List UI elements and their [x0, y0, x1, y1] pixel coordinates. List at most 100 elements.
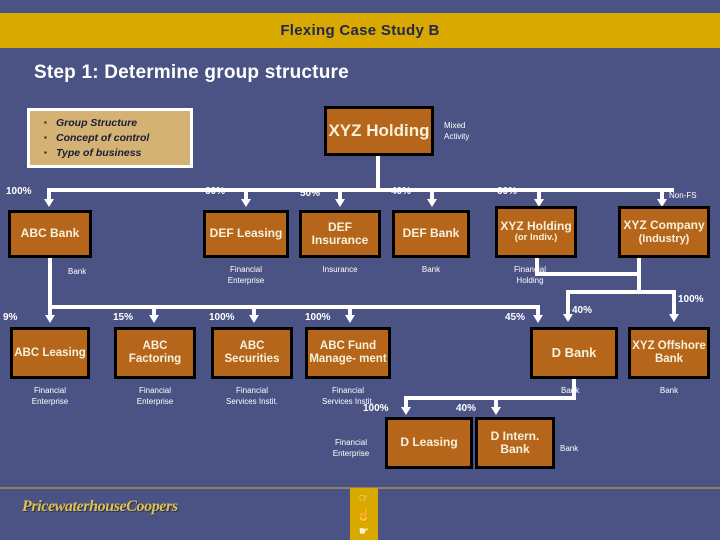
pct-abc-factoring: 15%: [113, 312, 134, 323]
node-xyz-company[interactable]: XYZ Company (Industry): [618, 206, 710, 258]
node-d-leasing-label: D Leasing: [400, 435, 458, 450]
pct-d-bank-45: 45%: [505, 312, 526, 323]
type-d-intern-bank: Bank: [560, 444, 579, 453]
node-xyz-offshore-bank[interactable]: XYZ Offshore Bank: [628, 327, 710, 379]
node-abc-leasing[interactable]: ABC Leasing: [10, 327, 90, 379]
type-def-leasing: Financial Enterprise: [203, 264, 289, 286]
type-abc-fund-line1: Financial: [331, 386, 364, 395]
mixed-activity-line1: Mixed: [444, 121, 466, 130]
node-xyz-holding2[interactable]: XYZ Holding (or Indiv.): [495, 206, 577, 258]
pct-abc-leasing: 9%: [3, 312, 18, 323]
page-title: Flexing Case Study B: [280, 22, 440, 39]
arrow-def-insurance: [335, 199, 345, 207]
node-def-insurance-label: DEF Insurance: [311, 219, 369, 247]
type-abc-factoring-line2: Enterprise: [136, 397, 174, 406]
arrow-d-leasing: [401, 407, 411, 415]
arrow-abc-bank: [44, 199, 54, 207]
node-xyz-company-sub: (Industry): [638, 232, 690, 245]
type-d-leasing-line1: Financial: [334, 438, 367, 447]
arrow-abc-factoring: [149, 315, 159, 323]
pct-offshore: 100%: [678, 294, 704, 305]
pct-def-insurance: 50%: [300, 188, 321, 199]
node-def-bank[interactable]: DEF Bank: [392, 210, 470, 258]
pct-def-leasing: 60%: [205, 186, 226, 197]
node-def-insurance[interactable]: DEF Insurance: [299, 210, 381, 258]
pct-abc-securities: 100%: [209, 312, 235, 323]
node-d-intern-bank-label: D Intern. Bank: [490, 428, 540, 456]
node-abc-securities-label: ABC Securities: [224, 340, 280, 365]
callout-bullet-2: Concept of control: [44, 130, 190, 146]
node-xyz-holding[interactable]: XYZ Holding: [324, 106, 434, 156]
type-abc-securities-line1: Financial: [235, 386, 268, 395]
type-abc-bank: Bank: [68, 267, 87, 276]
node-abc-bank[interactable]: ABC Bank: [8, 210, 92, 258]
arrow-abc-fund: [345, 315, 355, 323]
type-d-bank: Bank: [561, 386, 580, 395]
type-xyz-holding2-line1: Financial: [513, 265, 546, 274]
step-heading: Step 1: Determine group structure: [34, 62, 349, 83]
pointing-hand-left-icon[interactable]: ☛: [350, 523, 378, 540]
type-def-leasing-line1: Financial: [229, 265, 262, 274]
pwc-logo: PricewaterhouseCoopers: [22, 498, 178, 515]
type-abc-securities-line2: Services Instit.: [225, 397, 278, 406]
arrow-d-intern: [491, 407, 501, 415]
callout-bullet-3: Type of business: [44, 145, 190, 161]
connector-level1-bus: [47, 188, 674, 192]
type-xyz-offshore-bank: Bank: [659, 386, 679, 395]
type-def-bank: Bank: [421, 265, 441, 274]
node-def-leasing-label: DEF Leasing: [209, 226, 283, 241]
node-abc-fund-management-label: ABC Fund Manage- ment: [309, 340, 387, 365]
node-xyz-offshore-bank-label: XYZ Offshore Bank: [632, 340, 706, 365]
pct-abc-fund: 100%: [305, 312, 331, 323]
arrow-offshore: [669, 314, 679, 322]
arrow-def-bank: [427, 199, 437, 207]
node-d-leasing[interactable]: D Leasing: [385, 417, 473, 469]
connector-drop-d-bank-40: [566, 290, 570, 316]
type-abc-leasing-line1: Financial: [33, 386, 66, 395]
type-def-leasing-line2: Enterprise: [227, 276, 265, 285]
node-def-leasing[interactable]: DEF Leasing: [203, 210, 289, 258]
type-d-leasing-line2: Enterprise: [332, 449, 370, 458]
type-abc-securities: Financial Services Instit.: [207, 385, 297, 407]
type-def-insurance: Insurance: [322, 265, 358, 274]
node-abc-securities[interactable]: ABC Securities: [211, 327, 293, 379]
pct-def-bank: 40%: [391, 186, 412, 197]
node-xyz-holding2-sub: (or Indiv.): [514, 232, 558, 244]
node-abc-fund-management[interactable]: ABC Fund Manage- ment: [305, 327, 391, 379]
type-abc-leasing: Financial Enterprise: [10, 385, 90, 407]
connector-holding-stem: [376, 156, 380, 191]
title-band: Flexing Case Study B: [0, 13, 720, 48]
pct-d-intern: 40%: [456, 403, 477, 414]
type-abc-leasing-line2: Enterprise: [31, 397, 69, 406]
node-xyz-company-label: XYZ Company: [623, 218, 705, 233]
connector-abc-bank-stem: [48, 258, 52, 308]
pct-abc-bank: 100%: [6, 186, 32, 197]
connector-xyzcompany-bus: [566, 290, 676, 294]
slide-canvas: Flexing Case Study B Step 1: Determine g…: [0, 0, 720, 540]
arrow-d-bank-45: [533, 315, 543, 323]
type-xyz-holding2-line2: Holding: [516, 276, 544, 285]
type-xyz-holding2: Financial Holding: [489, 264, 571, 286]
arrow-abc-securities: [249, 315, 259, 323]
node-d-intern-bank[interactable]: D Intern. Bank: [475, 417, 555, 469]
connector-level3-bus: [404, 396, 576, 400]
arrow-def-leasing: [241, 199, 251, 207]
type-d-leasing: Financial Enterprise: [318, 437, 384, 459]
pct-d-leasing: 100%: [363, 403, 389, 414]
node-def-bank-label: DEF Bank: [402, 226, 460, 241]
nav-strip: ☞ ☝ ☛: [350, 488, 378, 540]
node-abc-bank-label: ABC Bank: [20, 226, 80, 241]
type-abc-factoring-line1: Financial: [138, 386, 171, 395]
pct-xyz-company: Non-FS: [669, 191, 697, 200]
node-d-bank[interactable]: D Bank: [530, 327, 618, 379]
pct-xyz-holding2: 60%: [497, 186, 518, 197]
node-xyz-holding-label: XYZ Holding: [328, 121, 430, 141]
node-abc-leasing-label: ABC Leasing: [14, 346, 86, 359]
connector-level2-bus: [48, 305, 540, 309]
key-points-callout: Group Structure Concept of control Type …: [27, 108, 193, 168]
connector-drop-offshore: [672, 290, 676, 316]
mixed-activity-label: Mixed Activity: [444, 120, 469, 142]
node-abc-factoring[interactable]: ABC Factoring: [114, 327, 196, 379]
pointing-hand-right-icon[interactable]: ☞: [350, 490, 378, 507]
pointing-hand-up-icon[interactable]: ☝: [350, 507, 378, 524]
